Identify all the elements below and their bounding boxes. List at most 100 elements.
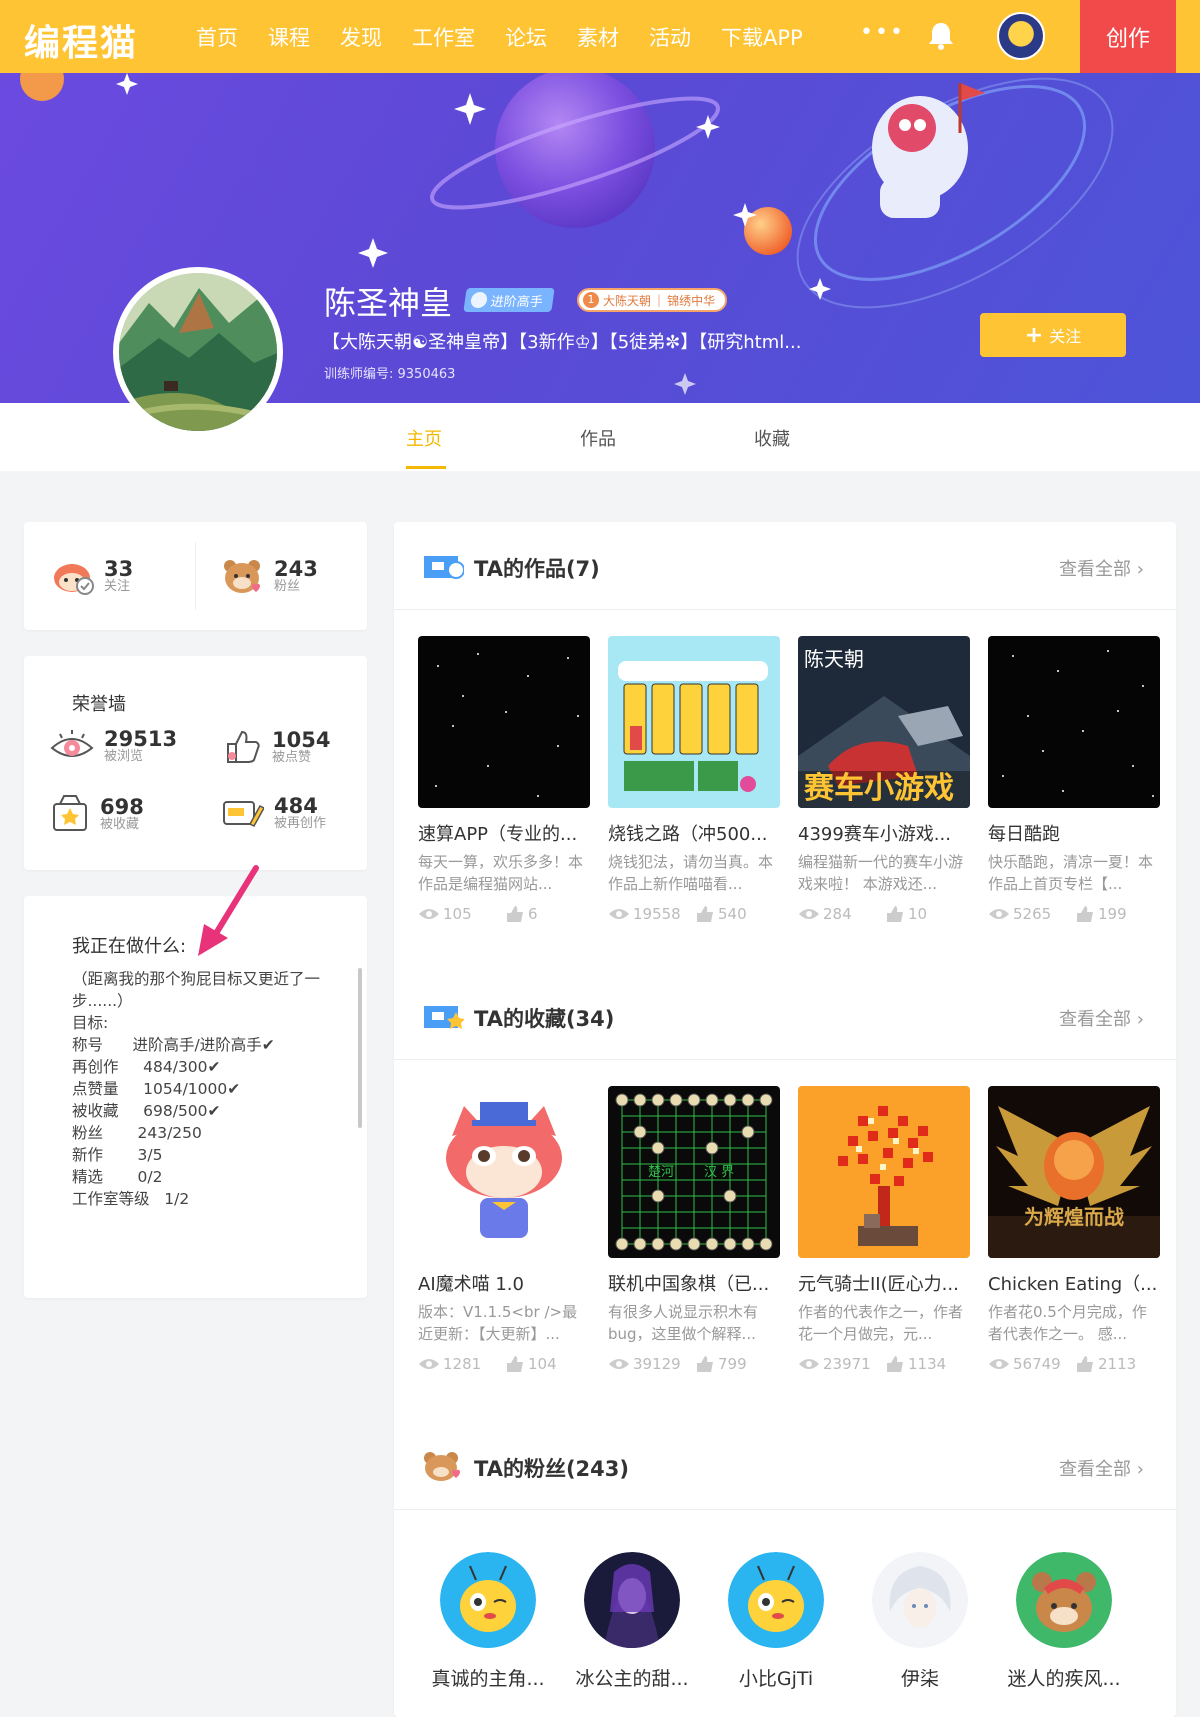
fan-avatar xyxy=(440,1552,536,1648)
create-button[interactable]: 创作 xyxy=(1080,0,1176,73)
fans-stat[interactable]: 243 粉丝 xyxy=(222,556,318,596)
remix-icon xyxy=(223,801,264,827)
collection-card[interactable]: AI魔术喵 1.0 版本：V1.1.5<br />最近更新：【大更新】... 1… xyxy=(418,1086,590,1373)
doing-scrollbar[interactable] xyxy=(358,968,362,1128)
nav-item-download[interactable]: 下载APP xyxy=(721,22,803,52)
nav-item-events[interactable]: 活动 xyxy=(649,22,691,52)
fans-section-icon xyxy=(424,1452,460,1481)
views-label: 被浏览 xyxy=(104,749,144,765)
divider xyxy=(195,542,196,610)
fans-count: 243 xyxy=(274,557,318,582)
fans-view-all[interactable]: 查看全部 › xyxy=(1059,1455,1144,1481)
like-icon xyxy=(227,730,260,763)
work-card[interactable]: 速算APP（专业的... 每天一算，欢乐多多！本作品是编程猫网站... 105 … xyxy=(418,636,590,923)
work-card[interactable]: 陈天朝 赛车小游戏 4399赛车小游戏... 编程猫新一代的赛车小游戏来啦！ 本… xyxy=(798,636,970,923)
collection-card[interactable]: 汉 界 楚河 联机中国象棋（已... 有很多人说显示积木有bug，这里做个解释.… xyxy=(608,1086,780,1373)
doing-content[interactable]: （距离我的那个狗屁目标又更近了一 步......） 目标: 称号 进阶高手/进阶高手✔… xyxy=(72,968,354,1212)
collection-title: Chicken Eating（... xyxy=(988,1274,1158,1295)
chevron-right-icon: › xyxy=(1136,559,1144,580)
thumb-up-icon xyxy=(887,906,903,922)
nav-item-discover[interactable]: 发现 xyxy=(340,22,382,52)
work-thumbnail: 陈天朝 赛车小游戏 xyxy=(798,636,970,808)
collections-title: TA的收藏(34) xyxy=(474,1007,615,1031)
likes-count: 199 xyxy=(1098,905,1127,923)
fan-name: 冰公主的甜... xyxy=(575,1668,689,1690)
view-all-label: 查看全部 xyxy=(1059,1009,1132,1030)
collection-desc: 版本：V1.1.5<br />最近更新：【大更新】... xyxy=(418,1303,578,1343)
fans-label: 粉丝 xyxy=(274,579,301,595)
chevron-right-icon: › xyxy=(1136,1009,1144,1030)
doing-line: 点赞量 1054/1000✔ xyxy=(72,1080,241,1098)
social-card: 33 关注 243 粉丝 xyxy=(24,522,367,630)
nav-item-courses[interactable]: 课程 xyxy=(268,22,310,52)
work-stats: 5265 199 xyxy=(988,905,1160,923)
fan-item[interactable]: 小比GjTi xyxy=(716,1552,836,1691)
user-avatar[interactable] xyxy=(997,12,1045,60)
fan-avatar xyxy=(584,1552,680,1648)
collection-stats: 23971 1134 xyxy=(798,1355,970,1373)
studio-badge-separator: | xyxy=(657,293,662,307)
work-card[interactable]: 每日酷跑 快乐酷跑，清凉一夏！本作品上首页专栏【... 5265 199 xyxy=(988,636,1160,923)
work-card[interactable]: 烧钱之路（冲500... 烧钱犯法，请勿当真。本作品上新作喵喵看... 1955… xyxy=(608,636,780,923)
fan-avatar xyxy=(728,1552,824,1648)
top-nav: 编程猫 首页 课程 发现 工作室 论坛 素材 活动 下载APP ••• 创作 xyxy=(0,0,1200,73)
fans-header: TA的粉丝(243) 查看全部 › xyxy=(394,1422,1176,1510)
dark-character-avatar-image xyxy=(584,1552,680,1648)
nav-item-forum[interactable]: 论坛 xyxy=(505,22,547,52)
doing-title: 我正在做什么: xyxy=(72,936,187,957)
doing-line: 工作室等级 1/2 xyxy=(72,1190,190,1208)
plus-icon: + xyxy=(1024,322,1044,348)
tab-collections[interactable]: 收藏 xyxy=(754,425,790,451)
eye-icon xyxy=(609,1359,629,1369)
magic-cat-image xyxy=(418,1086,590,1258)
follow-button[interactable]: + 关注 xyxy=(980,313,1126,357)
nav-menu: 首页 课程 发现 工作室 论坛 素材 活动 下载APP xyxy=(196,0,833,73)
more-menu-button[interactable]: ••• xyxy=(860,20,905,45)
collection-title: 元气骑士II(匠心力... xyxy=(798,1274,959,1295)
view-all-label: 查看全部 xyxy=(1059,559,1132,580)
logo[interactable]: 编程猫 xyxy=(24,14,138,66)
thumb-up-icon xyxy=(507,1356,523,1372)
fan-name: 真诚的主角... xyxy=(431,1668,545,1690)
works-view-all[interactable]: 查看全部 › xyxy=(1059,555,1144,581)
collections-view-all[interactable]: 查看全部 › xyxy=(1059,1005,1144,1031)
thumb-up-icon xyxy=(697,1356,713,1372)
collection-desc: 作者花0.5个月完成，作者代表作之一。 感... xyxy=(988,1303,1147,1343)
fan-item[interactable]: 迷人的疾风... xyxy=(1004,1552,1124,1691)
likes-count: 1054 xyxy=(272,728,331,753)
chevron-right-icon: › xyxy=(1136,1459,1144,1480)
work-stats: 105 6 xyxy=(418,905,590,923)
nav-item-home[interactable]: 首页 xyxy=(196,22,238,52)
following-stat[interactable]: 33 关注 xyxy=(52,556,133,596)
eye-icon xyxy=(799,909,819,919)
collection-thumbnail: 汉 界 楚河 xyxy=(608,1086,780,1258)
views-count: 23971 xyxy=(823,1355,871,1373)
doing-line: 步......） xyxy=(72,992,133,1010)
level-badge[interactable]: 进阶高手 xyxy=(463,288,555,312)
work-title: 速算APP（专业的... xyxy=(418,824,578,845)
honor-likes: 1054 被点赞 xyxy=(222,728,330,766)
nav-item-materials[interactable]: 素材 xyxy=(577,22,619,52)
fan-item[interactable]: 冰公主的甜... xyxy=(572,1552,692,1691)
collection-card[interactable]: 元气骑士II(匠心力... 作者的代表作之一，作者花一个月做完，元... 239… xyxy=(798,1086,970,1373)
collection-desc: 有很多人说显示积木有bug，这里做个解释... xyxy=(608,1303,759,1343)
collection-card[interactable]: 为辉煌而战 Chicken Eating（... 作者花0.5个月完成，作者代表… xyxy=(988,1086,1160,1373)
doing-line: 新作 3/5 xyxy=(72,1146,163,1164)
tab-home[interactable]: 主页 xyxy=(406,425,442,451)
studio-badge[interactable]: 大陈天朝 | 锦绣中华 xyxy=(577,288,728,312)
doing-line: 目标: xyxy=(72,1014,109,1032)
bell-icon[interactable] xyxy=(927,20,955,50)
fan-name: 小比GjTi xyxy=(738,1668,814,1690)
fan-item[interactable]: 伊柒 xyxy=(860,1552,980,1691)
bee-avatar-image xyxy=(440,1552,536,1648)
collects-label: 被收藏 xyxy=(100,817,140,833)
nav-item-studio[interactable]: 工作室 xyxy=(412,22,475,52)
views-count: 19558 xyxy=(633,905,681,923)
likes-count: 2113 xyxy=(1098,1355,1137,1373)
fist-caption-text: 为辉煌而战 xyxy=(1024,1205,1124,1229)
work-title: 烧钱之路（冲500... xyxy=(608,824,768,845)
main-content-card: TA的作品(7) 查看全部 › 速算APP（专业的... 每天一算，欢乐多多！本… xyxy=(394,522,1176,1717)
collections-section: TA的收藏(34) 查看全部 › AI魔术喵 1.0 版本：V1.1.5<br … xyxy=(394,972,1176,1422)
tab-works[interactable]: 作品 xyxy=(580,425,616,451)
fan-item[interactable]: 真诚的主角... xyxy=(428,1552,548,1691)
